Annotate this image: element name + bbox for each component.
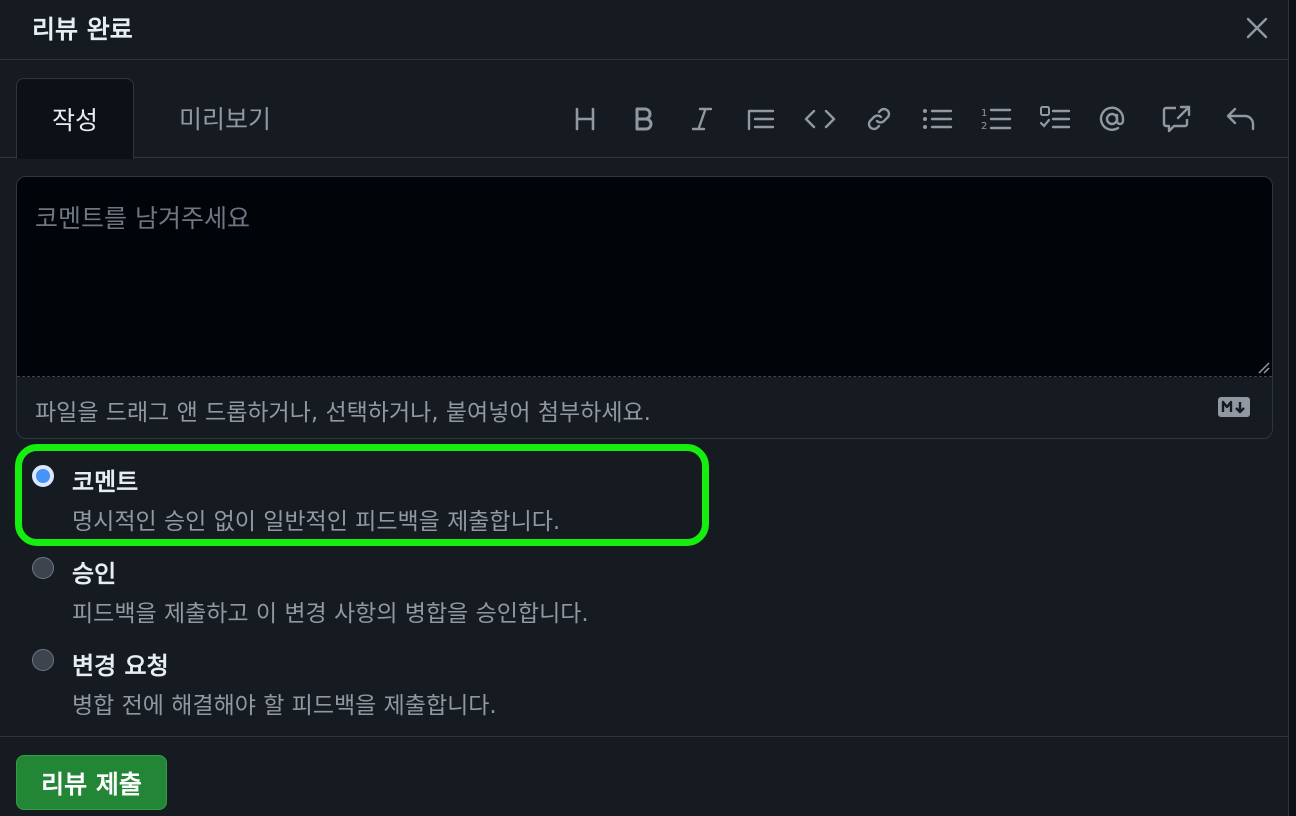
radio-request-changes[interactable] [32, 649, 54, 671]
option-comment[interactable]: 코멘트 명시적인 승인 없이 일반적인 피드백을 제출합니다. [30, 462, 930, 542]
option-approve[interactable]: 승인 피드백을 제출하고 이 변경 사항의 병합을 승인합니다. [30, 554, 930, 634]
task-list-icon [1039, 106, 1071, 129]
italic-button[interactable] [679, 96, 725, 142]
dialog-title: 리뷰 완료 [32, 15, 133, 44]
option-request-changes[interactable]: 변경 요청 병합 전에 해결해야 할 피드백을 제출합니다. [30, 646, 930, 726]
comment-editor: 코멘트를 남겨주세요 파일을 드래그 앤 드롭하거나, 선택하거나, 붙여넣어 … [16, 176, 1273, 439]
bold-icon [635, 107, 653, 131]
option-approve-description: 피드백을 제출하고 이 변경 사항의 병합을 승인합니다. [72, 601, 589, 627]
link-button[interactable] [856, 96, 902, 142]
resize-handle-icon[interactable] [1256, 360, 1270, 374]
radio-approve[interactable] [32, 557, 54, 579]
svg-text:2: 2 [981, 121, 987, 132]
review-dialog: 리뷰 완료 작성 미리보기 1 2 코멘트를 남겨주세요 파일을 드래그 앤 드… [0, 0, 1289, 816]
mention-icon [1099, 106, 1125, 131]
submit-review-button[interactable]: 리뷰 제출 [16, 755, 167, 810]
bold-button[interactable] [621, 96, 667, 142]
markdown-icon [1218, 397, 1250, 417]
radio-comment[interactable] [32, 465, 54, 487]
ordered-list-icon: 1 2 [981, 108, 1012, 132]
quote-button[interactable] [738, 96, 784, 142]
option-request-changes-description: 병합 전에 해결해야 할 피드백을 제출합니다. [72, 693, 497, 719]
comment-placeholder: 코멘트를 남겨주세요 [35, 204, 250, 233]
svg-text:1: 1 [981, 108, 987, 119]
dialog-header: 리뷰 완료 [0, 0, 1289, 60]
editor-tabbar: 작성 미리보기 1 2 [0, 60, 1289, 159]
attach-hint[interactable]: 파일을 드래그 앤 드롭하거나, 선택하거나, 붙여넣어 첨부하세요. [35, 393, 651, 427]
tab-preview[interactable]: 미리보기 [160, 78, 290, 158]
undo-icon [1226, 107, 1255, 131]
mention-button[interactable] [1089, 96, 1135, 142]
undo-button[interactable] [1218, 96, 1264, 142]
reference-button[interactable] [1154, 96, 1200, 142]
close-icon [1246, 17, 1268, 39]
heading-button[interactable] [562, 96, 608, 142]
background-edge [1289, 0, 1296, 816]
markdown-link[interactable] [1217, 395, 1251, 419]
dialog-footer: 리뷰 제출 [0, 736, 1289, 816]
unordered-list-button[interactable] [914, 96, 960, 142]
comment-textarea[interactable]: 코멘트를 남겨주세요 [17, 177, 1272, 377]
option-approve-title: 승인 [72, 560, 117, 588]
code-icon [804, 109, 836, 129]
ordered-list-button[interactable]: 1 2 [973, 96, 1019, 142]
quote-icon [747, 109, 775, 131]
italic-icon [691, 107, 713, 131]
close-button[interactable] [1238, 10, 1276, 46]
unordered-list-icon [923, 109, 953, 129]
option-comment-title: 코멘트 [72, 468, 139, 496]
option-request-changes-title: 변경 요청 [72, 652, 169, 680]
link-icon [867, 107, 891, 131]
heading-icon [575, 107, 595, 131]
tab-write[interactable]: 작성 [16, 78, 134, 159]
option-comment-description: 명시적인 승인 없이 일반적인 피드백을 제출합니다. [72, 509, 561, 535]
task-list-button[interactable] [1032, 96, 1078, 142]
reference-icon [1162, 105, 1191, 133]
code-button[interactable] [797, 96, 843, 142]
